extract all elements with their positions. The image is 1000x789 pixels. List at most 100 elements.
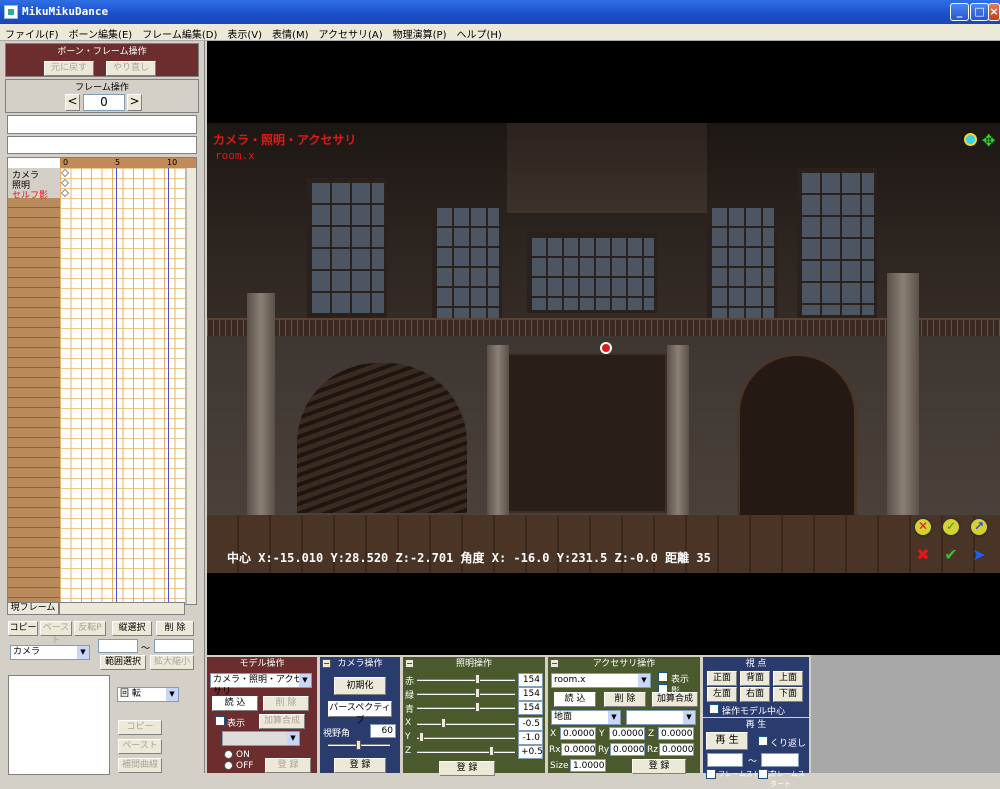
top-view-button[interactable]: 上面 (773, 671, 803, 686)
scene-render[interactable]: カメラ・照明・アクセサリ room.x ✥ 中心 X:-15.010 Y:28.… (207, 123, 1000, 573)
prev-frame-button[interactable]: < (65, 94, 80, 111)
light-z-slider[interactable] (417, 751, 515, 753)
bone-list[interactable] (8, 675, 110, 775)
repeat-checkbox[interactable] (758, 736, 768, 746)
bone-copy-button[interactable]: コピー (118, 720, 162, 735)
light-r-slider[interactable] (417, 679, 515, 681)
acc-delete-button[interactable]: 削 除 (604, 692, 646, 707)
interp-curve-button[interactable]: 補間曲線 (118, 758, 162, 773)
undo-button[interactable]: 元に戻す (44, 61, 94, 76)
timeline[interactable]: 0 5 10 カメラ 照明 セルフ影 (7, 157, 197, 605)
model-load-button[interactable]: 読 込 (212, 696, 258, 711)
light-register-button[interactable]: 登 録 (439, 761, 495, 776)
close-icon[interactable]: × (988, 3, 1000, 21)
play-start-field[interactable] (707, 753, 743, 767)
move-icon[interactable]: ✥ (982, 131, 995, 150)
light-x-slider[interactable] (417, 723, 515, 725)
maximize-icon[interactable]: □ (970, 3, 989, 21)
light-g-field[interactable]: 154 (518, 687, 543, 701)
move-y-icon[interactable]: ✔ (941, 545, 961, 565)
acc-add-comp-button[interactable]: 加算合成 (652, 692, 698, 707)
acc-bone-select[interactable] (626, 710, 696, 725)
acc-ry-field[interactable]: 0.0000 (610, 743, 645, 756)
light-collapse-icon[interactable]: − (405, 659, 414, 668)
target-select[interactable]: カメラ (10, 645, 90, 660)
light-r-field[interactable]: 154 (518, 673, 543, 687)
timeline-vscroll[interactable] (186, 168, 196, 604)
acc-collapse-icon[interactable]: − (550, 659, 559, 668)
play-button[interactable]: 再 生 (706, 732, 748, 750)
off-radio[interactable] (224, 761, 233, 770)
bone-paste-button[interactable]: ペースト (118, 739, 162, 754)
model-select[interactable]: カメラ・照明・アクセサリ (210, 673, 312, 697)
right-view-button[interactable]: 右面 (740, 687, 770, 702)
frame-number-field[interactable]: 0 (83, 94, 125, 111)
op-center-checkbox[interactable] (709, 704, 719, 714)
frame-stop-checkbox[interactable] (706, 769, 716, 779)
track-self-shadow[interactable]: セルフ影 (12, 188, 48, 201)
range-start-field[interactable] (98, 639, 138, 653)
acc-register-button[interactable]: 登 録 (632, 759, 686, 774)
scale-button[interactable]: 拡大縮小 (150, 655, 194, 670)
viewport[interactable]: カメラ・照明・アクセサリ room.x ✥ 中心 X:-15.010 Y:28.… (207, 41, 1000, 655)
light-y-slider[interactable] (417, 737, 515, 739)
back-view-button[interactable]: 背面 (740, 671, 770, 686)
rotate-x-icon[interactable]: ✕ (913, 517, 933, 537)
acc-load-button[interactable]: 読 込 (554, 692, 596, 707)
redo-button[interactable]: やり直し (106, 61, 156, 76)
light-y-thumb[interactable] (419, 732, 424, 742)
play-end-field[interactable] (761, 753, 799, 767)
light-r-thumb[interactable] (475, 674, 480, 684)
light-g-slider[interactable] (417, 693, 515, 695)
light-b-slider[interactable] (417, 707, 515, 709)
acc-show-checkbox[interactable] (658, 672, 668, 682)
model-sub-select[interactable] (222, 731, 300, 746)
zoom-icon[interactable] (964, 133, 977, 146)
on-radio[interactable] (224, 750, 233, 759)
range-select-button[interactable]: 範囲選択 (100, 655, 146, 670)
light-g-thumb[interactable] (475, 688, 480, 698)
delete-button[interactable]: 削 除 (156, 621, 194, 636)
timeline-hscroll[interactable] (59, 602, 185, 615)
minimize-icon[interactable]: _ (950, 3, 969, 21)
light-z-thumb[interactable] (489, 746, 494, 756)
acc-size-field[interactable]: 1.0000 (570, 759, 606, 772)
left-view-button[interactable]: 左面 (707, 687, 737, 702)
rotate-z-icon[interactable]: ↗ (969, 517, 989, 537)
model-delete-button[interactable]: 削 除 (263, 696, 309, 711)
bottom-view-button[interactable]: 下面 (773, 687, 803, 702)
camera-init-button[interactable]: 初期化 (334, 677, 386, 695)
model-add-comp-button[interactable]: 加算合成 (259, 714, 305, 729)
acc-rz-field[interactable]: 0.0000 (659, 743, 694, 756)
acc-x-field[interactable]: 0.0000 (560, 727, 596, 740)
move-z-icon[interactable]: ➤ (969, 545, 989, 565)
perspective-button[interactable]: パースペクティブ (328, 701, 392, 726)
paste-button[interactable]: ペースト (40, 621, 72, 646)
fov-field[interactable]: 60 (370, 724, 396, 738)
front-view-button[interactable]: 正面 (707, 671, 737, 686)
next-frame-button[interactable]: > (127, 94, 142, 111)
light-y-field[interactable]: -1.0 (518, 731, 543, 745)
rotate-select[interactable]: 回 転 (117, 687, 179, 702)
acc-y-field[interactable]: 0.0000 (609, 727, 645, 740)
frame-start-checkbox[interactable] (758, 769, 768, 779)
vertical-select-button[interactable]: 縦選択 (112, 621, 152, 636)
accessory-select[interactable]: room.x (551, 673, 651, 688)
range-end-field[interactable] (154, 639, 194, 653)
copy-button[interactable]: コピー (8, 621, 38, 636)
camera-collapse-icon[interactable]: − (322, 659, 331, 668)
reverse-paste-button[interactable]: 反転P (74, 621, 106, 636)
fov-slider-thumb[interactable] (356, 740, 361, 750)
light-x-thumb[interactable] (441, 718, 446, 728)
acc-z-field[interactable]: 0.0000 (658, 727, 694, 740)
acc-attach-select[interactable]: 地面 (551, 710, 621, 725)
acc-rx-field[interactable]: 0.0000 (561, 743, 596, 756)
model-show-checkbox[interactable] (215, 716, 225, 726)
model-register-button[interactable]: 登 録 (265, 758, 311, 773)
light-b-field[interactable]: 154 (518, 701, 543, 715)
light-b-thumb[interactable] (475, 702, 480, 712)
move-x-icon[interactable]: ✖ (913, 545, 933, 565)
light-x-field[interactable]: -0.5 (518, 717, 543, 731)
center-target-icon[interactable] (600, 342, 612, 354)
rotate-y-icon[interactable]: ✓ (941, 517, 961, 537)
